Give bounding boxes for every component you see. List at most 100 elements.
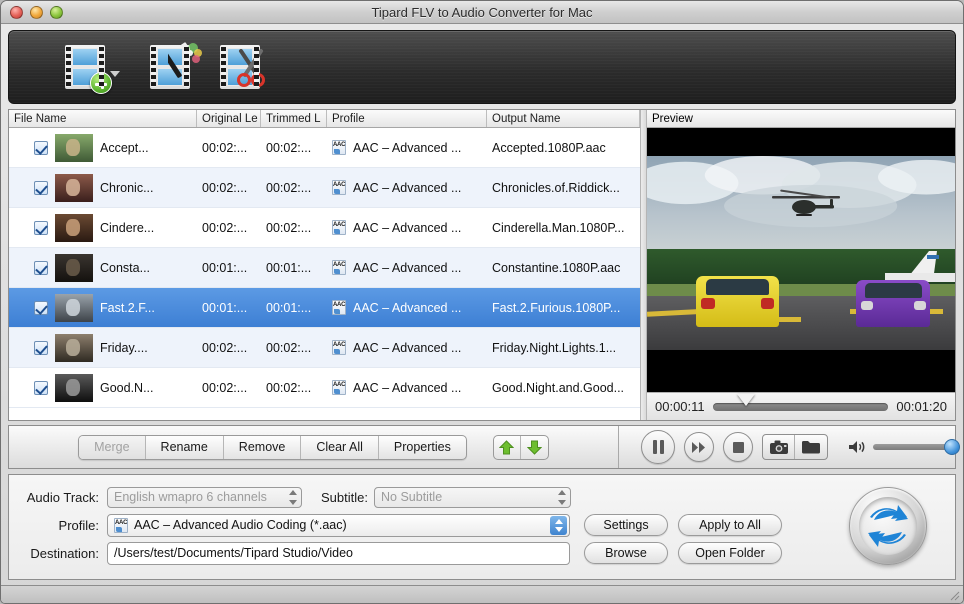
volume-handle[interactable]: [944, 439, 960, 455]
purple-car-graphic: [856, 280, 931, 327]
cell-file-name: Cindere...: [9, 213, 197, 242]
properties-button[interactable]: Properties: [379, 436, 466, 459]
aac-format-icon: AAC: [332, 260, 346, 275]
column-header-original-length[interactable]: Original Le: [197, 110, 261, 127]
title-bar: Tipard FLV to Audio Converter for Mac: [1, 1, 963, 24]
zoom-button[interactable]: [50, 5, 63, 19]
file-action-buttons: Merge Rename Remove Clear All Properties: [78, 434, 467, 460]
thumbnail: [55, 173, 93, 202]
thumbnail: [55, 373, 93, 402]
rename-button[interactable]: Rename: [146, 435, 224, 459]
open-snapshot-folder-button[interactable]: [795, 435, 827, 459]
table-row[interactable]: Chronic... 00:02:... 00:02:... AAC AAC – Adv…: [9, 168, 640, 208]
destination-label: Destination:: [30, 545, 99, 561]
row-checkbox[interactable]: [34, 380, 48, 395]
settings-button[interactable]: Settings: [584, 514, 668, 536]
video-preview[interactable]: [647, 128, 955, 392]
stop-button[interactable]: [723, 432, 753, 462]
row-checkbox[interactable]: [34, 220, 48, 235]
column-header-file-name[interactable]: File Name: [9, 110, 197, 127]
seek-handle[interactable]: [737, 393, 756, 406]
stop-icon: [732, 441, 744, 453]
file-name-label: Cindere...: [100, 220, 155, 235]
thumbnail: [55, 333, 93, 362]
table-row[interactable]: Accept... 00:02:... 00:02:... AAC AAC – Adva…: [9, 128, 640, 168]
table-row[interactable]: Fast.2.F... 00:01:... 00:01:... AAC AAC – Ad…: [9, 288, 640, 328]
aac-format-icon: AAC: [332, 300, 346, 315]
convert-button-inner: [859, 497, 917, 555]
edit-button[interactable]: [150, 42, 202, 89]
cell-original-length: 00:02:...: [202, 220, 248, 235]
aac-format-icon: AAC: [114, 517, 128, 533]
audio-track-value: English wmapro 6 channels: [114, 490, 267, 504]
add-file-icon: [65, 45, 112, 94]
fast-forward-icon: [692, 441, 705, 453]
main-toolbar: [8, 30, 956, 104]
subtitle-value: No Subtitle: [381, 490, 443, 504]
cell-original-length: 00:02:...: [202, 340, 248, 355]
subtitle-select[interactable]: No Subtitle: [374, 486, 571, 508]
row-checkbox[interactable]: [34, 300, 48, 315]
cell-trimmed-length: 00:01:...: [266, 260, 312, 275]
cell-profile: AAC AAC – Advanced ...: [327, 140, 487, 155]
cell-trimmed-length: 00:02:...: [266, 340, 312, 355]
table-row[interactable]: Friday.... 00:02:... 00:02:... AAC AAC – Adv…: [9, 328, 640, 368]
move-down-button[interactable]: [521, 436, 548, 459]
thumbnail: [55, 253, 93, 282]
browse-button[interactable]: Browse: [584, 542, 668, 564]
destination-input[interactable]: /Users/test/Documents/Tipard Studio/Vide…: [107, 541, 570, 565]
snapshot-group: [762, 434, 828, 460]
row-checkbox[interactable]: [34, 340, 48, 355]
convert-button[interactable]: [849, 487, 927, 565]
edit-magic-wand-icon: [150, 42, 202, 89]
cell-profile: AAC AAC – Advanced ...: [327, 220, 487, 235]
row-checkbox[interactable]: [34, 180, 48, 195]
row-checkbox[interactable]: [34, 140, 48, 155]
column-header-profile[interactable]: Profile: [327, 110, 487, 127]
aac-format-icon: AAC: [332, 340, 346, 355]
cell-output-name: Friday.Night.Lights.1...: [492, 340, 617, 355]
row-checkbox[interactable]: [34, 260, 48, 275]
table-row[interactable]: Good.N... 00:02:... 00:02:... AAC AAC – Adva…: [9, 368, 640, 408]
volume-speaker-icon[interactable]: [849, 440, 867, 454]
aac-format-icon: AAC: [332, 220, 346, 235]
table-header: File Name Original Le Trimmed L Profile …: [9, 110, 640, 128]
table-row[interactable]: Consta... 00:01:... 00:01:... AAC AAC – Adva…: [9, 248, 640, 288]
chevron-down-icon[interactable]: [110, 71, 120, 77]
close-button[interactable]: [10, 5, 23, 19]
profile-select[interactable]: AAC AAC – Advanced Audio Coding (*.aac): [107, 513, 570, 537]
thumbnail: [55, 293, 93, 322]
cell-original-length: 00:02:...: [202, 140, 248, 155]
profile-stepper-icon[interactable]: [550, 515, 567, 535]
remove-button[interactable]: Remove: [224, 435, 302, 459]
audio-track-select[interactable]: English wmapro 6 channels: [107, 486, 302, 508]
plus-badge-icon: [90, 72, 112, 94]
file-list-scrollbar[interactable]: [640, 110, 647, 420]
cell-original-length: 00:01:...: [202, 260, 248, 275]
pause-button[interactable]: [641, 430, 675, 464]
profile-label-text: AAC – Advanced ...: [353, 140, 462, 155]
playback-controls: [619, 426, 960, 468]
resize-grip-icon[interactable]: [948, 589, 960, 601]
profile-value: AAC – Advanced Audio Coding (*.aac): [134, 518, 347, 532]
column-header-output-name[interactable]: Output Name: [487, 110, 640, 127]
move-up-button[interactable]: [494, 435, 521, 459]
video-frame-image: [647, 156, 955, 350]
cell-output-name: Good.Night.and.Good...: [492, 380, 625, 395]
aac-format-icon: AAC: [332, 380, 346, 395]
snapshot-camera-button[interactable]: [763, 435, 795, 459]
column-header-trimmed-length[interactable]: Trimmed L: [261, 110, 327, 127]
minimize-button[interactable]: [30, 5, 43, 19]
preview-seek-slider[interactable]: [712, 393, 889, 411]
clear-all-button[interactable]: Clear All: [301, 435, 379, 459]
apply-to-all-button[interactable]: Apply to All: [678, 514, 782, 536]
open-folder-button[interactable]: Open Folder: [678, 542, 782, 564]
cell-trimmed-length: 00:02:...: [266, 140, 312, 155]
volume-slider[interactable]: [873, 439, 960, 455]
profile-label-text: AAC – Advanced ...: [353, 380, 462, 395]
clip-button[interactable]: [220, 45, 265, 89]
profile-label-text: AAC – Advanced ...: [353, 300, 462, 315]
table-row[interactable]: Cindere... 00:02:... 00:02:... AAC AAC – Adv…: [9, 208, 640, 248]
add-file-button[interactable]: [65, 45, 120, 94]
fast-forward-button[interactable]: [684, 432, 714, 462]
